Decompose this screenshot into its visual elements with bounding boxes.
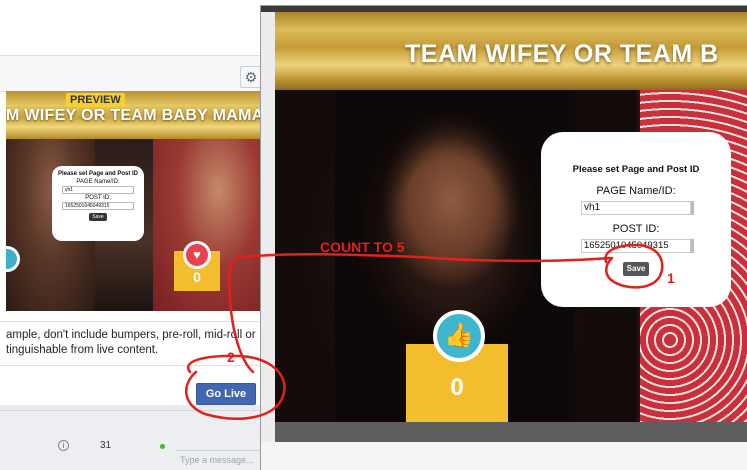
go-live-button[interactable]: Go Live — [196, 383, 256, 405]
form-title: Please set Page and Post ID — [572, 164, 700, 175]
gear-icon[interactable]: ⚙ — [240, 66, 262, 88]
online-status-icon — [160, 444, 165, 449]
message-input[interactable]: Type a message... — [176, 450, 260, 470]
output-bottom-area — [261, 442, 747, 470]
post-id-input-edge — [691, 239, 694, 253]
heart-icon: ♥ — [183, 241, 211, 269]
preview-banner-title: M WIFEY OR TEAM BABY MAMAS? — [6, 107, 262, 124]
preview-form-title: Please set Page and Post ID — [57, 171, 139, 177]
preview-id-form: Please set Page and Post ID PAGE Name/ID… — [52, 166, 144, 241]
stream-preview: M WIFEY OR TEAM BABY MAMAS? PREVIEW Plea… — [6, 91, 262, 311]
info-icon[interactable]: i — [58, 440, 69, 451]
post-id-input[interactable]: 1652501045049315 — [581, 239, 691, 253]
page-id-input[interactable]: vh1 — [581, 201, 691, 215]
preview-banner: M WIFEY OR TEAM BABY MAMAS? — [6, 91, 262, 139]
live-rules-line-1: ample, don't include bumpers, pre-roll, … — [6, 329, 256, 341]
page-id-input-edge — [691, 201, 694, 215]
preview-badge: PREVIEW — [66, 93, 125, 107]
preview-post-label: POST ID: — [85, 195, 111, 201]
chat-count: 31 — [100, 440, 112, 451]
preview-save-button: Save — [89, 213, 107, 221]
preview-page-label: PAGE Name/ID: — [76, 179, 120, 185]
page-id-label: PAGE Name/ID: — [596, 185, 676, 197]
live-rules-text: ample, don't include bumpers, pre-roll, … — [0, 321, 262, 366]
live-rules-line-2: tinguishable from live content. — [6, 344, 159, 356]
output-footer-bar — [275, 422, 747, 442]
annotation-count-label: COUNT TO 5 — [320, 239, 405, 255]
stream-output-window: TEAM WIFEY OR TEAM B Please set Page and… — [260, 5, 747, 470]
output-banner-title: TEAM WIFEY OR TEAM B — [405, 40, 719, 68]
like-count: 0 — [450, 374, 464, 401]
composer-toolbar: ⚙ — [0, 56, 262, 92]
preview-heart-count: 0 — [193, 269, 201, 285]
annotation-step-2: 2 — [227, 349, 235, 365]
page-post-id-form: Please set Page and Post ID PAGE Name/ID… — [541, 132, 731, 307]
preview-page-field: vh1 — [62, 186, 134, 194]
live-video-composer-window: ⚙ M WIFEY OR TEAM BABY MAMAS? PREVIEW Pl… — [0, 55, 262, 405]
preview-post-field: 1652501045049315 — [62, 202, 134, 210]
post-id-label: POST ID: — [612, 223, 660, 235]
annotation-step-1: 1 — [667, 270, 675, 286]
save-button[interactable]: Save — [623, 262, 649, 276]
output-banner: TEAM WIFEY OR TEAM B — [275, 12, 747, 90]
screenshot-stage: ⚙ M WIFEY OR TEAM BABY MAMAS? PREVIEW Pl… — [0, 0, 747, 470]
thumbs-up-icon: 👍 — [433, 310, 485, 362]
stream-output-frame: TEAM WIFEY OR TEAM B Please set Page and… — [275, 12, 747, 422]
